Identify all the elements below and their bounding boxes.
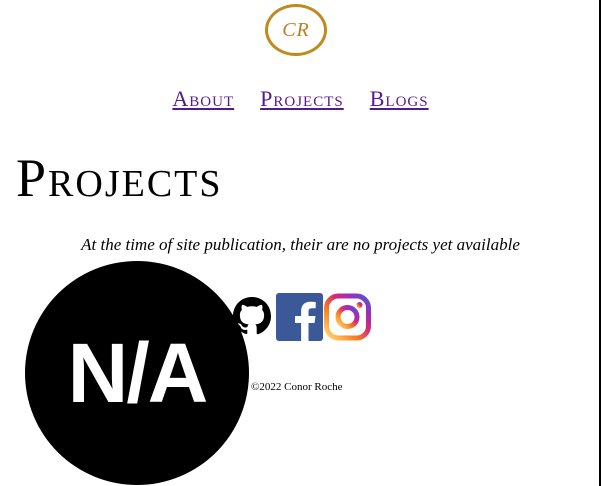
nav-link-blogs[interactable]: Blogs [370,86,429,111]
nav-link-projects[interactable]: Projects [260,86,344,111]
no-projects-notice: At the time of site publication, their a… [81,235,520,254]
instagram-icon [324,293,371,341]
na-image-text: N/A [67,325,209,420]
page-title: Projects [16,148,223,208]
site-logo[interactable]: CR [265,4,327,56]
logo-text: CR [282,18,310,41]
main-nav: About Projects Blogs [0,86,601,112]
instagram-link[interactable] [324,293,371,341]
facebook-icon [276,293,323,341]
facebook-link[interactable] [276,293,323,341]
no-projects-image: N/A [25,261,249,485]
footer-copyright: ©2022 Conor Roche [251,381,343,393]
nav-link-about[interactable]: About [172,86,234,111]
